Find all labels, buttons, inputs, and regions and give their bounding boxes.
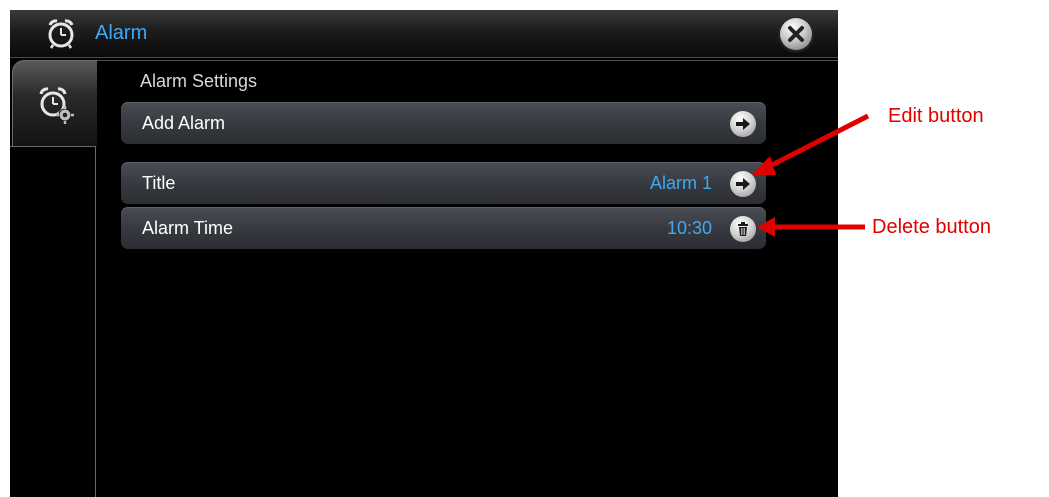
delete-arrowhead: [757, 217, 775, 237]
delete-button-annotation: Delete button: [872, 216, 991, 238]
edit-button-annotation: Edit button: [888, 105, 984, 127]
annotation-arrows: [752, 113, 870, 237]
edit-arrow: [760, 113, 870, 173]
edit-arrowhead: [752, 156, 776, 175]
